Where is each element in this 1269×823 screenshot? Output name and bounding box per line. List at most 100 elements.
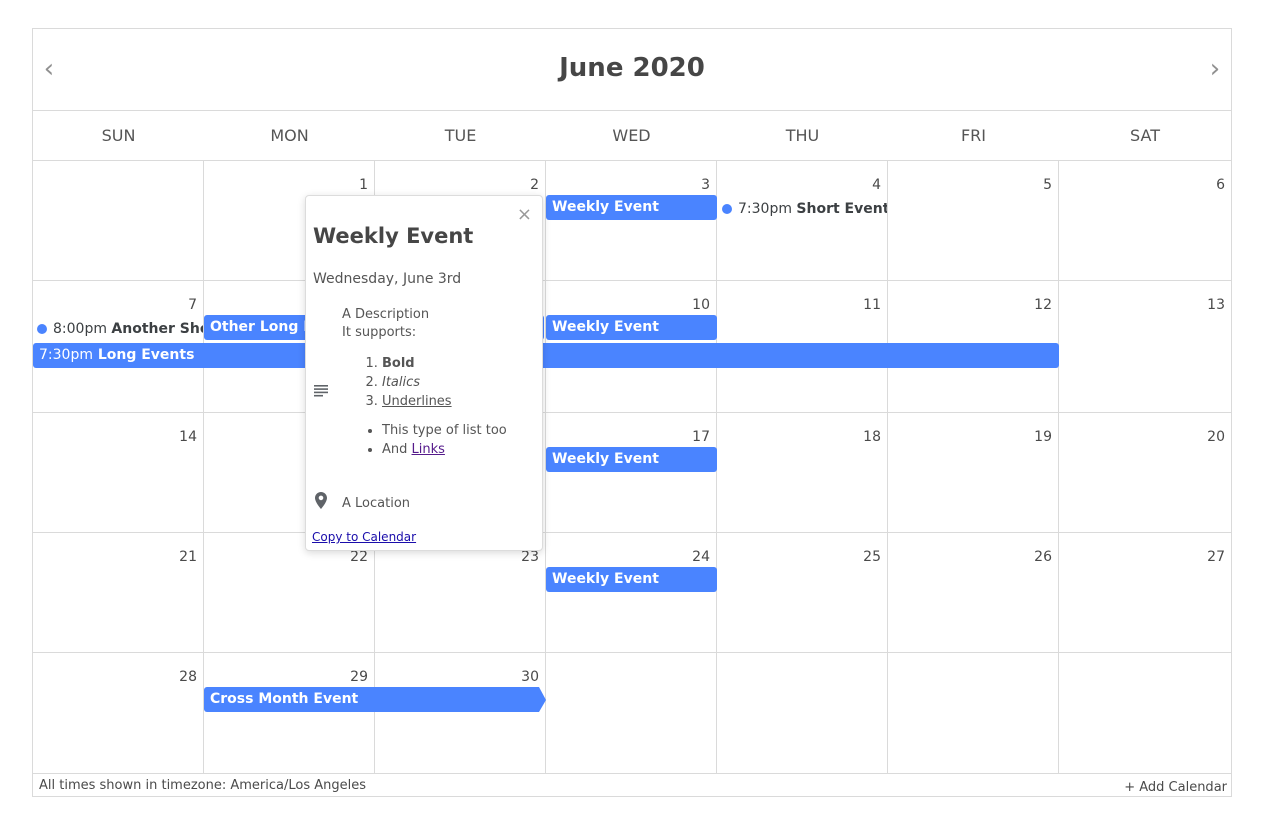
list-item: This type of list too xyxy=(382,421,507,440)
event-weekly-jun10[interactable]: Weekly Event xyxy=(546,315,717,340)
day-number: 26 xyxy=(1034,549,1052,565)
day-number: 10 xyxy=(692,297,710,313)
day-cell[interactable] xyxy=(1059,653,1231,773)
day-number: 5 xyxy=(1043,177,1052,193)
day-number: 22 xyxy=(350,549,368,565)
day-number: 17 xyxy=(692,429,710,445)
desc-line: It supports: xyxy=(342,325,417,340)
calendar: ‹ June 2020 › SUN MON TUE WED THU FRI SA… xyxy=(32,28,1232,797)
timezone-note: All times shown in timezone: America/Los… xyxy=(39,778,367,793)
event-time: 7:30pm xyxy=(39,347,93,363)
copy-to-calendar-link[interactable]: Copy to Calendar xyxy=(312,530,416,544)
day-cell[interactable]: 29 xyxy=(204,653,375,773)
close-icon[interactable]: × xyxy=(517,204,532,225)
event-time: 7:30pm xyxy=(738,201,792,217)
day-number: 30 xyxy=(521,669,539,685)
event-weekly-jun17[interactable]: Weekly Event xyxy=(546,447,717,472)
day-cell[interactable]: 27 xyxy=(1059,533,1231,653)
event-details-popup: × Weekly Event Wednesday, June 3rd A Des… xyxy=(305,195,543,551)
day-cell[interactable]: 20 xyxy=(1059,413,1231,533)
list-item: Italics xyxy=(382,373,507,392)
calendar-footer: All times shown in timezone: America/Los… xyxy=(33,773,1231,797)
underlined-text: Underlines xyxy=(382,394,452,409)
day-number: 6 xyxy=(1216,177,1225,193)
location-pin-icon xyxy=(315,492,327,513)
desc-bullet-list: This type of list too And Links xyxy=(342,421,507,459)
day-cell[interactable]: 22 xyxy=(204,533,375,653)
day-number: 20 xyxy=(1207,429,1225,445)
day-number: 1 xyxy=(359,177,368,193)
day-cell[interactable]: 23 xyxy=(375,533,546,653)
day-cell[interactable]: 3 xyxy=(546,161,717,281)
day-cell[interactable]: 30 xyxy=(375,653,546,773)
day-cell[interactable]: 13 xyxy=(1059,281,1231,413)
event-cross-month[interactable]: Cross Month Event xyxy=(204,687,539,712)
list-item: Bold xyxy=(382,354,507,373)
event-label: Weekly Event xyxy=(552,319,659,335)
chevron-right-icon[interactable]: › xyxy=(1203,55,1227,83)
day-cell[interactable]: 18 xyxy=(717,413,888,533)
event-label: Long Events xyxy=(97,347,195,363)
day-cell[interactable]: 19 xyxy=(888,413,1059,533)
day-number: 25 xyxy=(863,549,881,565)
popup-location: A Location xyxy=(342,496,411,511)
list-item: And Links xyxy=(382,440,507,459)
day-cell[interactable] xyxy=(33,161,204,281)
day-cell[interactable]: 17 xyxy=(546,413,717,533)
day-cell[interactable]: 5 xyxy=(888,161,1059,281)
continues-arrow-icon xyxy=(539,687,546,712)
day-number: 21 xyxy=(179,549,197,565)
day-number: 23 xyxy=(521,549,539,565)
day-number: 13 xyxy=(1207,297,1225,313)
links-link[interactable]: Links xyxy=(412,442,445,457)
day-cell[interactable]: 21 xyxy=(33,533,204,653)
event-another-short-jun7[interactable]: 8:00pm Another Shor xyxy=(37,318,203,340)
event-label: Weekly Event xyxy=(552,199,659,215)
day-number: 24 xyxy=(692,549,710,565)
day-cell[interactable]: 25 xyxy=(717,533,888,653)
day-cell[interactable]: 26 xyxy=(888,533,1059,653)
month-title: June 2020 xyxy=(559,53,705,83)
weekday-fri: FRI xyxy=(960,126,987,145)
weekday-sun: SUN xyxy=(101,126,136,145)
day-cell[interactable] xyxy=(546,653,717,773)
event-label: Cross Month Event xyxy=(210,691,359,707)
day-number: 3 xyxy=(701,177,710,193)
day-number: 27 xyxy=(1207,549,1225,565)
event-time: 8:00pm xyxy=(53,321,107,337)
popup-title: Weekly Event xyxy=(313,224,474,248)
day-number: 2 xyxy=(530,177,539,193)
day-number: 12 xyxy=(1034,297,1052,313)
bold-text: Bold xyxy=(382,356,415,371)
add-calendar-button[interactable]: + Add Calendar xyxy=(1124,780,1227,795)
day-number: 7 xyxy=(188,297,197,313)
day-cell[interactable]: 28 xyxy=(33,653,204,773)
day-number: 29 xyxy=(350,669,368,685)
day-cell[interactable] xyxy=(717,653,888,773)
event-name: Another Shor xyxy=(111,321,203,337)
day-number: 4 xyxy=(872,177,881,193)
weekday-header-row: SUN MON TUE WED THU FRI SAT xyxy=(33,111,1231,161)
event-name: Short Event xyxy=(796,201,887,217)
event-short-jun4[interactable]: 7:30pm Short Event xyxy=(722,198,887,220)
popup-description: A Description It supports: Bold Italics … xyxy=(342,306,507,459)
weekday-mon: MON xyxy=(270,126,309,145)
event-weekly-jun3[interactable]: Weekly Event xyxy=(546,195,717,220)
day-cell[interactable] xyxy=(888,653,1059,773)
event-dot-icon xyxy=(37,324,47,334)
desc-ordered-list: Bold Italics Underlines xyxy=(342,354,507,411)
day-cell[interactable]: 24 xyxy=(546,533,717,653)
day-number: 28 xyxy=(179,669,197,685)
event-weekly-jun24[interactable]: Weekly Event xyxy=(546,567,717,592)
day-number: 19 xyxy=(1034,429,1052,445)
event-label: Weekly Event xyxy=(552,571,659,587)
event-long-events[interactable]: 7:30pm Long Events xyxy=(33,343,1059,368)
day-cell[interactable]: 6 xyxy=(1059,161,1231,281)
italic-text: Italics xyxy=(382,375,421,390)
desc-line: A Description xyxy=(342,307,430,322)
day-number: 14 xyxy=(179,429,197,445)
calendar-header: ‹ June 2020 › xyxy=(33,29,1231,111)
day-cell[interactable]: 4 xyxy=(717,161,888,281)
list-item: Underlines xyxy=(382,392,507,411)
day-cell[interactable]: 14 xyxy=(33,413,204,533)
